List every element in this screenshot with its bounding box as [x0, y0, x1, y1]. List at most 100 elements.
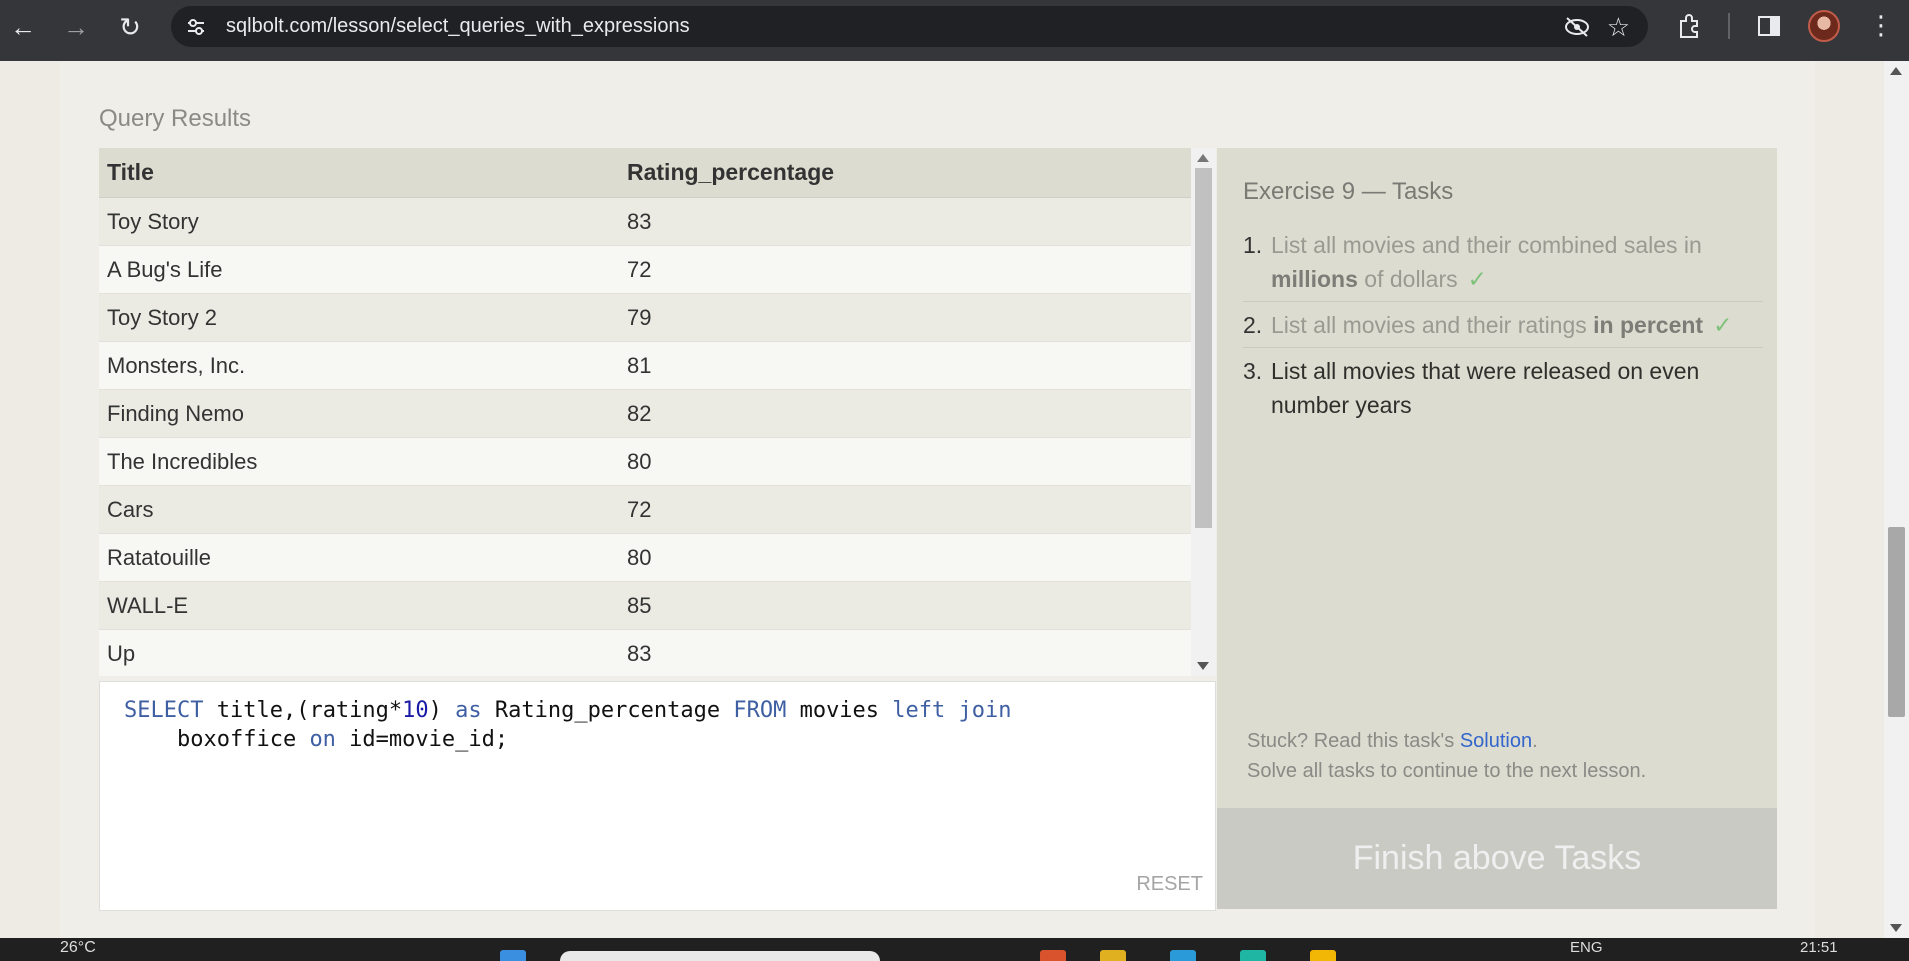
task-number: 2.: [1243, 312, 1263, 338]
reload-icon[interactable]: ↻: [115, 12, 145, 42]
forward-icon[interactable]: →: [61, 12, 91, 42]
task-number: 3.: [1243, 358, 1263, 384]
cell-rating: 72: [627, 496, 652, 522]
cell-title: Ratatouille: [107, 544, 211, 570]
app-icon[interactable]: [1040, 950, 1066, 961]
taskbar-search[interactable]: [560, 951, 880, 961]
table-row: Cars 72: [99, 486, 1215, 534]
table-row: Finding Nemo 82: [99, 390, 1215, 438]
results-table: Title Rating_percentage Toy Story 83 A Bu…: [99, 148, 1215, 676]
finish-tasks-button[interactable]: Finish above Tasks: [1217, 808, 1777, 909]
scroll-up-icon[interactable]: [1890, 67, 1902, 75]
solution-link[interactable]: Solution: [1460, 730, 1532, 752]
weather-widget[interactable]: 26°C: [60, 939, 96, 957]
bookmark-star-icon[interactable]: ☆: [1607, 12, 1630, 43]
task-item: 1. List all movies and their combined sa…: [1243, 228, 1763, 302]
language-indicator[interactable]: ENG: [1570, 939, 1603, 956]
cell-title: Monsters, Inc.: [107, 352, 246, 378]
code-keyword: FROM: [733, 698, 787, 723]
stuck-hint: Stuck? Read this task's Solution. Solve …: [1247, 730, 1647, 782]
scroll-down-icon[interactable]: [1890, 924, 1902, 932]
back-icon[interactable]: ←: [8, 12, 38, 42]
cell-rating: 80: [627, 448, 652, 474]
code-keyword: SELECT: [124, 698, 204, 723]
cell-rating: 80: [627, 544, 652, 570]
task-number: 1.: [1243, 232, 1263, 258]
lesson-page: Query Results Title Rating_percentage To…: [60, 61, 1815, 938]
table-row: Toy Story 83: [99, 198, 1215, 246]
cell-title: Finding Nemo: [107, 400, 244, 426]
task-text: List all movies and their ratings in per…: [1271, 312, 1733, 338]
cell-title: Toy Story 2: [107, 304, 218, 330]
code-text: ): [428, 698, 456, 723]
site-info-icon[interactable]: [185, 16, 207, 38]
table-row: Ratatouille 80: [99, 534, 1215, 582]
cell-title: Cars: [107, 496, 154, 522]
table-row: WALL-E 85: [99, 582, 1215, 630]
page-scrollbar-thumb[interactable]: [1888, 527, 1905, 717]
page-scrollbar[interactable]: [1884, 61, 1909, 938]
code-text: id=movie_id;: [335, 727, 509, 752]
code-keyword: as: [455, 698, 482, 723]
check-icon: ✓: [1467, 266, 1487, 292]
sql-code[interactable]: SELECT title,(rating*10) as Rating_perce…: [124, 696, 1012, 754]
cell-title: The Incredibles: [107, 448, 258, 474]
table-row: The Incredibles 80: [99, 438, 1215, 486]
cell-title: WALL-E: [107, 592, 189, 618]
query-results-label: Query Results: [99, 105, 252, 132]
cell-rating: 79: [627, 304, 652, 330]
toolbar-divider: [1728, 13, 1730, 39]
solve-all-text: Solve all tasks to continue to the next …: [1247, 760, 1647, 782]
task-text: List all movies and their combined sales…: [1271, 232, 1702, 292]
column-header-title: Title: [107, 159, 154, 185]
table-row: Toy Story 2 79: [99, 294, 1215, 342]
cell-rating: 83: [627, 640, 652, 666]
file-explorer-icon[interactable]: [1100, 950, 1126, 961]
cell-title: Toy Story: [107, 208, 199, 234]
code-text: boxoffice: [124, 727, 310, 752]
results-scrollbar[interactable]: [1191, 148, 1216, 676]
eye-off-icon[interactable]: [1564, 16, 1590, 38]
tasks-panel: Exercise 9 — Tasks 1. List all movies an…: [1217, 148, 1777, 909]
task-list: 1. List all movies and their combined sa…: [1243, 228, 1763, 433]
column-header-rating: Rating_percentage: [627, 159, 835, 185]
address-bar[interactable]: sqlbolt.com/lesson/select_queries_with_e…: [171, 6, 1648, 47]
table-row: Up 83: [99, 630, 1215, 676]
cell-rating: 81: [627, 352, 652, 378]
task-text: List all movies that were released on ev…: [1271, 358, 1700, 418]
scrollbar-thumb[interactable]: [1195, 168, 1212, 528]
code-text: Rating_percentage: [481, 698, 734, 723]
table-row: A Bug's Life 72: [99, 246, 1215, 294]
code-keyword: on: [309, 727, 336, 752]
url-text[interactable]: sqlbolt.com/lesson/select_queries_with_e…: [226, 15, 690, 38]
check-icon: ✓: [1713, 312, 1733, 338]
table-row: Monsters, Inc. 81: [99, 342, 1215, 390]
app-icon[interactable]: [1170, 950, 1196, 961]
scroll-down-icon[interactable]: [1197, 662, 1209, 670]
os-taskbar: 26°C ENG 21:51: [0, 938, 1909, 961]
cell-title: Up: [107, 640, 136, 666]
side-panel-icon[interactable]: [1757, 15, 1781, 37]
cell-rating: 72: [627, 256, 652, 282]
table-body: Toy Story 83 A Bug's Life 72 Toy Story 2 79…: [99, 198, 1215, 676]
task-item: 2. List all movies and their ratings in …: [1243, 308, 1763, 348]
code-number: 10: [402, 698, 429, 723]
extensions-icon[interactable]: [1676, 12, 1704, 40]
sql-editor[interactable]: SELECT title,(rating*10) as Rating_perce…: [99, 681, 1216, 911]
cell-title: A Bug's Life: [107, 256, 223, 282]
edge-icon[interactable]: [1240, 950, 1266, 961]
tasks-title: Exercise 9 — Tasks: [1243, 178, 1454, 205]
cell-rating: 83: [627, 208, 652, 234]
system-clock[interactable]: 21:51: [1800, 939, 1838, 956]
more-menu-icon[interactable]: ⋮: [1868, 10, 1894, 40]
code-keyword: left join: [892, 698, 1012, 723]
reset-button[interactable]: RESET: [1136, 873, 1203, 896]
profile-avatar[interactable]: [1808, 10, 1840, 42]
windows-start-icon[interactable]: [500, 950, 526, 961]
previous-table-sliver: [60, 61, 1815, 67]
scroll-up-icon[interactable]: [1197, 154, 1209, 162]
code-text: movies: [786, 698, 893, 723]
table-header: Title Rating_percentage: [99, 148, 1215, 198]
chrome-icon[interactable]: [1310, 950, 1336, 961]
browser-toolbar: ← → ↻ sqlbolt.com/lesson/select_queries_…: [0, 0, 1909, 61]
